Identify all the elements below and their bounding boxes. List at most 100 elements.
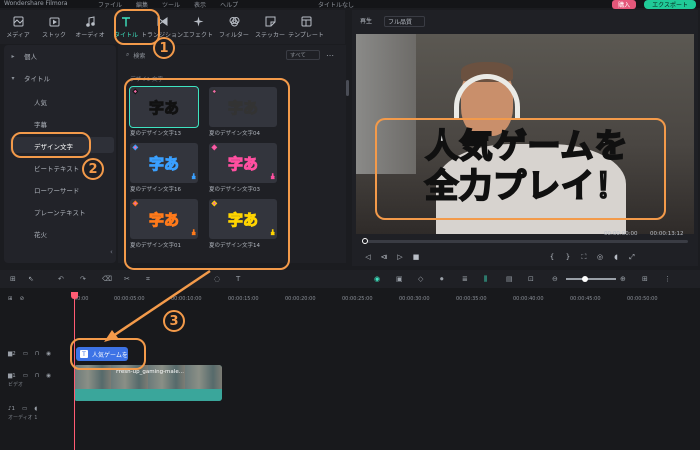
lock-icon[interactable]: ⊓ [35, 351, 39, 357]
more-options-icon[interactable]: ⋯ [326, 51, 334, 60]
scrubber-knob[interactable] [362, 238, 368, 244]
project-name: タイトルなし [318, 2, 355, 9]
mic-icon[interactable]: ⏺ [440, 275, 444, 284]
menu-tools[interactable]: ツール [162, 0, 180, 9]
tool-stock[interactable]: ストック [36, 10, 72, 44]
redo-icon[interactable]: ↷ [80, 275, 86, 283]
media-icon [12, 16, 24, 28]
tool-effect[interactable]: エフェクト [180, 10, 216, 44]
track-header-add: ⊞ ⊘ [0, 296, 72, 302]
buy-button[interactable]: 購入 [612, 0, 637, 9]
ruler-tick: 00:00:05:00 [114, 296, 145, 302]
tool-template[interactable]: テンプレート [288, 10, 324, 44]
menu-view[interactable]: 表示 [194, 0, 206, 9]
eye-icon[interactable]: ◉ [46, 351, 51, 357]
folder-icon[interactable]: ▭ [22, 406, 27, 412]
ruler-tick: 00:00:30:00 [399, 296, 430, 302]
category-item-subtitle[interactable]: 字幕 [34, 119, 47, 129]
shield-icon[interactable]: ◇ [418, 275, 423, 283]
category-group-title[interactable]: ▾ タイトル [8, 73, 50, 84]
snap-icon[interactable]: ▤ [506, 275, 513, 283]
track-2-icon: ▆2 [8, 351, 16, 357]
tool-audio[interactable]: オーディオ [72, 10, 108, 44]
annotation-number-1: 1 [153, 37, 175, 59]
split-audio-icon[interactable]: ⫼ [484, 275, 487, 284]
timeline-ruler[interactable]: 00:00 00:00:05:00 00:00:10:00 00:00:15:0… [74, 292, 700, 304]
expand-icon[interactable]: ⤢ [624, 253, 640, 262]
folder-icon[interactable]: ▭ [23, 351, 28, 357]
volume-icon[interactable]: ◖ [608, 253, 624, 261]
folder-icon[interactable]: ▭ [23, 373, 28, 379]
search-field[interactable]: ⌕ 検索 [126, 51, 286, 60]
title-bar: Wondershare Filmora ファイル 編集 ツール 表示 ヘルプ タ… [0, 0, 700, 9]
category-group-personal[interactable]: ▸ 個人 [8, 51, 37, 62]
zoom-in-icon[interactable]: ⊕ [620, 275, 626, 283]
stock-icon [48, 16, 60, 28]
render-icon[interactable]: ◉ [374, 275, 380, 283]
speaker-icon[interactable]: ◖ [34, 406, 37, 412]
select-tool-icon[interactable]: ⇖ [28, 275, 34, 283]
marker-icon[interactable]: ⊡ [528, 275, 534, 283]
category-group-personal-label: 個人 [24, 53, 37, 61]
mark-in-icon[interactable]: { [544, 253, 560, 261]
track-header-title: ▆2 ▭ ⊓ ◉ [0, 351, 72, 357]
menu-file[interactable]: ファイル [98, 0, 122, 9]
caret-right-icon: ▸ [11, 52, 15, 60]
play-icon[interactable]: ▷ [392, 253, 408, 261]
add-track-icon[interactable]: ⊞ [8, 296, 13, 302]
export-button[interactable]: エクスポート [644, 0, 696, 9]
stop-icon[interactable]: ■ [408, 253, 424, 261]
category-item-label: ローワーサード [34, 187, 80, 195]
lock-icon[interactable]: ⊓ [35, 373, 39, 379]
delete-icon[interactable]: ⌫ [102, 275, 112, 283]
category-item-popular[interactable]: 人気 [34, 97, 47, 107]
zoom-out-icon[interactable]: ⊖ [552, 275, 558, 283]
category-item-fireworks[interactable]: 花火 [34, 229, 47, 239]
mask-icon[interactable]: ◌ [214, 275, 220, 283]
more-timeline-icon[interactable]: ⋮ [664, 275, 671, 283]
link-icon[interactable]: ⊘ [20, 296, 25, 302]
annotation-number-2: 2 [82, 158, 104, 180]
layout-grid-icon[interactable]: ⊞ [10, 275, 16, 283]
mark-out-icon[interactable]: } [560, 253, 576, 261]
prev-frame-icon[interactable]: ◁ [360, 253, 376, 261]
category-item-lower-third[interactable]: ローワーサード [34, 185, 79, 195]
search-icon: ⌕ [126, 51, 130, 58]
crop-icon[interactable]: ⌗ [146, 275, 150, 284]
zoom-slider-knob[interactable] [582, 276, 588, 282]
filter-icon [228, 16, 240, 28]
category-item-label: ビートテキスト [34, 165, 80, 173]
undo-icon[interactable]: ↶ [58, 275, 64, 283]
snapshot-icon[interactable]: ◎ [592, 253, 608, 261]
text-icon[interactable]: T [236, 275, 240, 283]
quality-select[interactable]: フル品質 [384, 16, 426, 27]
tool-media[interactable]: メディア [0, 10, 36, 44]
filter-select[interactable]: すべて [286, 50, 320, 60]
audio-track-icon[interactable]: ≣ [462, 275, 468, 283]
speed-icon[interactable]: ▣ [396, 275, 403, 283]
playhead-handle[interactable] [71, 292, 78, 299]
tool-sticker[interactable]: ステッカー [252, 10, 288, 44]
step-back-icon[interactable]: ⧏ [376, 253, 392, 261]
eye-icon[interactable]: ◉ [46, 373, 51, 379]
fullscreen-icon[interactable]: ⛶ [576, 253, 592, 262]
track-1-icon: ▆1 [8, 373, 16, 379]
music-track-icon: ♪1 [8, 406, 16, 412]
category-item-label: 人気 [34, 99, 47, 107]
preview-scrubber[interactable] [362, 240, 688, 243]
cut-icon[interactable]: ✂ [124, 275, 130, 283]
asset-toolbar: メディア ストック オーディオ タイトル トランジション エフェクト フィルター [0, 10, 345, 44]
video-clip[interactable]: Fresh-up_gaming-male... [74, 365, 222, 401]
tool-template-label: テンプレート [288, 31, 324, 39]
collapse-panel-icon[interactable]: ‹ [110, 248, 113, 256]
menu-edit[interactable]: 編集 [136, 0, 148, 9]
grid-view-icon[interactable]: ⊞ [642, 275, 648, 283]
grid-scrollbar[interactable] [346, 80, 349, 96]
player-label: 再生 [360, 18, 373, 25]
tool-filter[interactable]: フィルター [216, 10, 252, 44]
zoom-slider[interactable] [566, 278, 616, 280]
playhead[interactable] [74, 292, 75, 450]
category-item-plain-text[interactable]: プレーンテキスト [34, 207, 85, 217]
category-item-beat-text[interactable]: ビートテキスト [34, 163, 79, 173]
menu-help[interactable]: ヘルプ [220, 0, 238, 9]
